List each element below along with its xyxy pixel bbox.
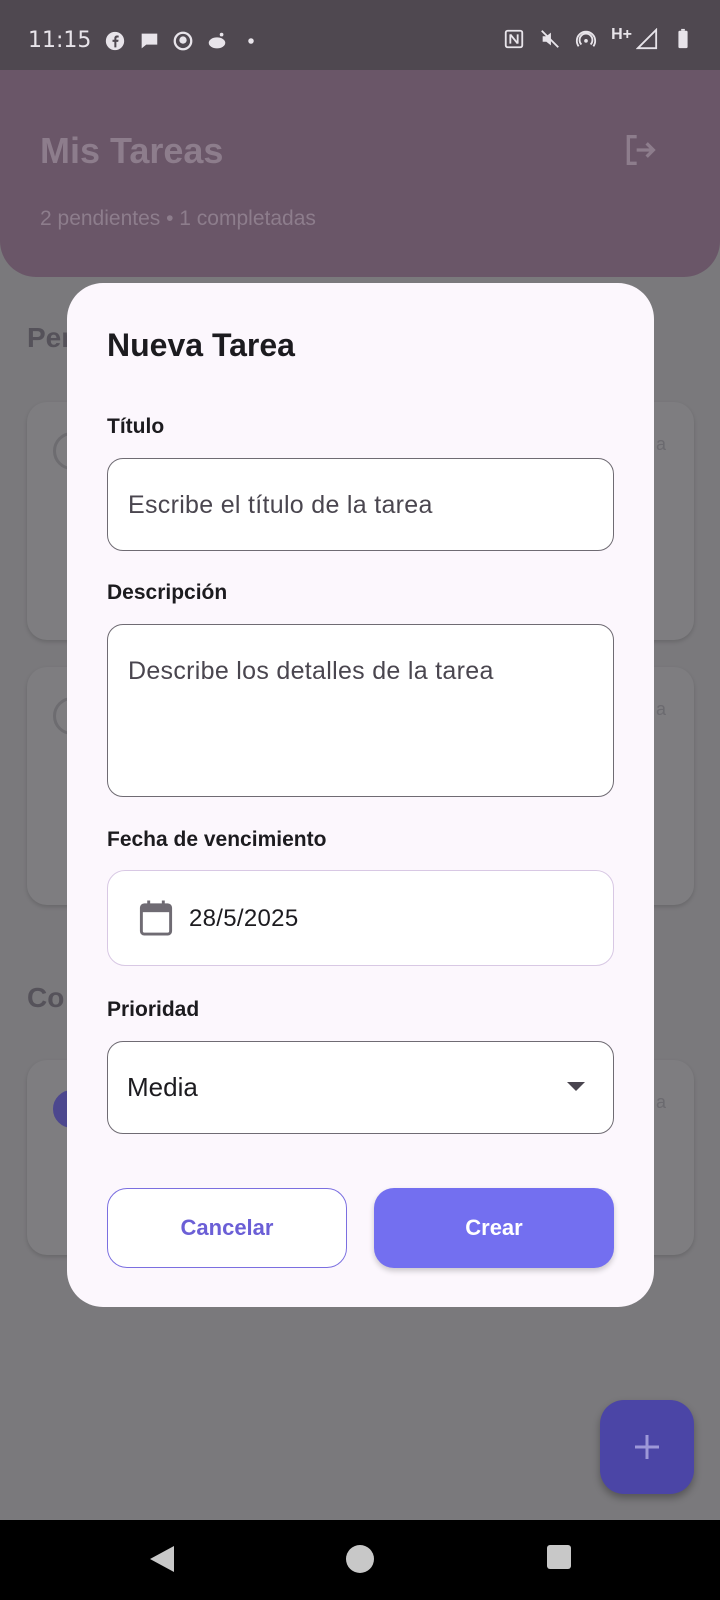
dot-icon	[248, 38, 254, 44]
dropdown-arrow-icon	[567, 1082, 585, 1091]
recents-icon[interactable]	[546, 1544, 572, 1570]
status-time: 11:15	[28, 28, 92, 53]
github-icon	[173, 31, 193, 51]
task-card-text: a	[655, 699, 666, 719]
task-card-text: a	[655, 1092, 666, 1112]
reddit-icon	[208, 32, 226, 49]
priority-value: Media	[127, 1072, 198, 1102]
add-task-button[interactable]	[600, 1400, 694, 1494]
description-input[interactable]: Describe los detalles de la tarea	[107, 624, 614, 797]
new-task-dialog: Nueva Tarea Título Escribe el título de …	[67, 283, 654, 1307]
title-label: Título	[107, 415, 165, 438]
priority-select[interactable]: Media	[107, 1041, 614, 1134]
nfc-icon	[504, 29, 524, 49]
system-nav-bar	[0, 1520, 720, 1600]
section-completed-label: Co	[27, 982, 65, 1013]
due-date-field[interactable]: 28/5/2025	[107, 870, 614, 966]
title-placeholder: Escribe el título de la tarea	[128, 491, 433, 519]
title-input[interactable]: Escribe el título de la tarea	[107, 458, 614, 551]
logout-icon[interactable]	[620, 130, 660, 170]
plus-icon	[635, 1435, 659, 1459]
home-icon[interactable]	[345, 1544, 375, 1574]
description-placeholder: Describe los detalles de la tarea	[128, 657, 494, 685]
description-label: Descripción	[107, 581, 228, 604]
notification-icons	[104, 30, 262, 52]
hotspot-icon	[576, 30, 597, 47]
dialog-title: Nueva Tarea	[107, 327, 295, 363]
page-title: Mis Tareas	[40, 130, 224, 171]
create-button[interactable]: Crear	[374, 1188, 614, 1268]
task-card-text: a	[655, 434, 666, 454]
cancel-button[interactable]: Cancelar	[107, 1188, 347, 1268]
due-date-value: 28/5/2025	[189, 905, 299, 932]
back-icon[interactable]	[148, 1544, 176, 1574]
calendar-icon	[139, 900, 173, 936]
task-count-summary: 2 pendientes • 1 completadas	[40, 207, 316, 230]
mute-icon	[541, 30, 559, 48]
network-type: H+	[611, 26, 632, 43]
battery-icon	[678, 28, 688, 49]
system-icons: H+	[503, 26, 694, 50]
priority-label: Prioridad	[107, 998, 200, 1021]
signal-icon	[636, 28, 658, 50]
status-bar: 11:15 H+	[0, 0, 720, 70]
due-date-label: Fecha de vencimiento	[107, 828, 327, 851]
messenger-icon	[140, 33, 158, 49]
app-header: Mis Tareas 2 pendientes • 1 completadas	[0, 70, 720, 277]
facebook-icon	[105, 31, 125, 51]
